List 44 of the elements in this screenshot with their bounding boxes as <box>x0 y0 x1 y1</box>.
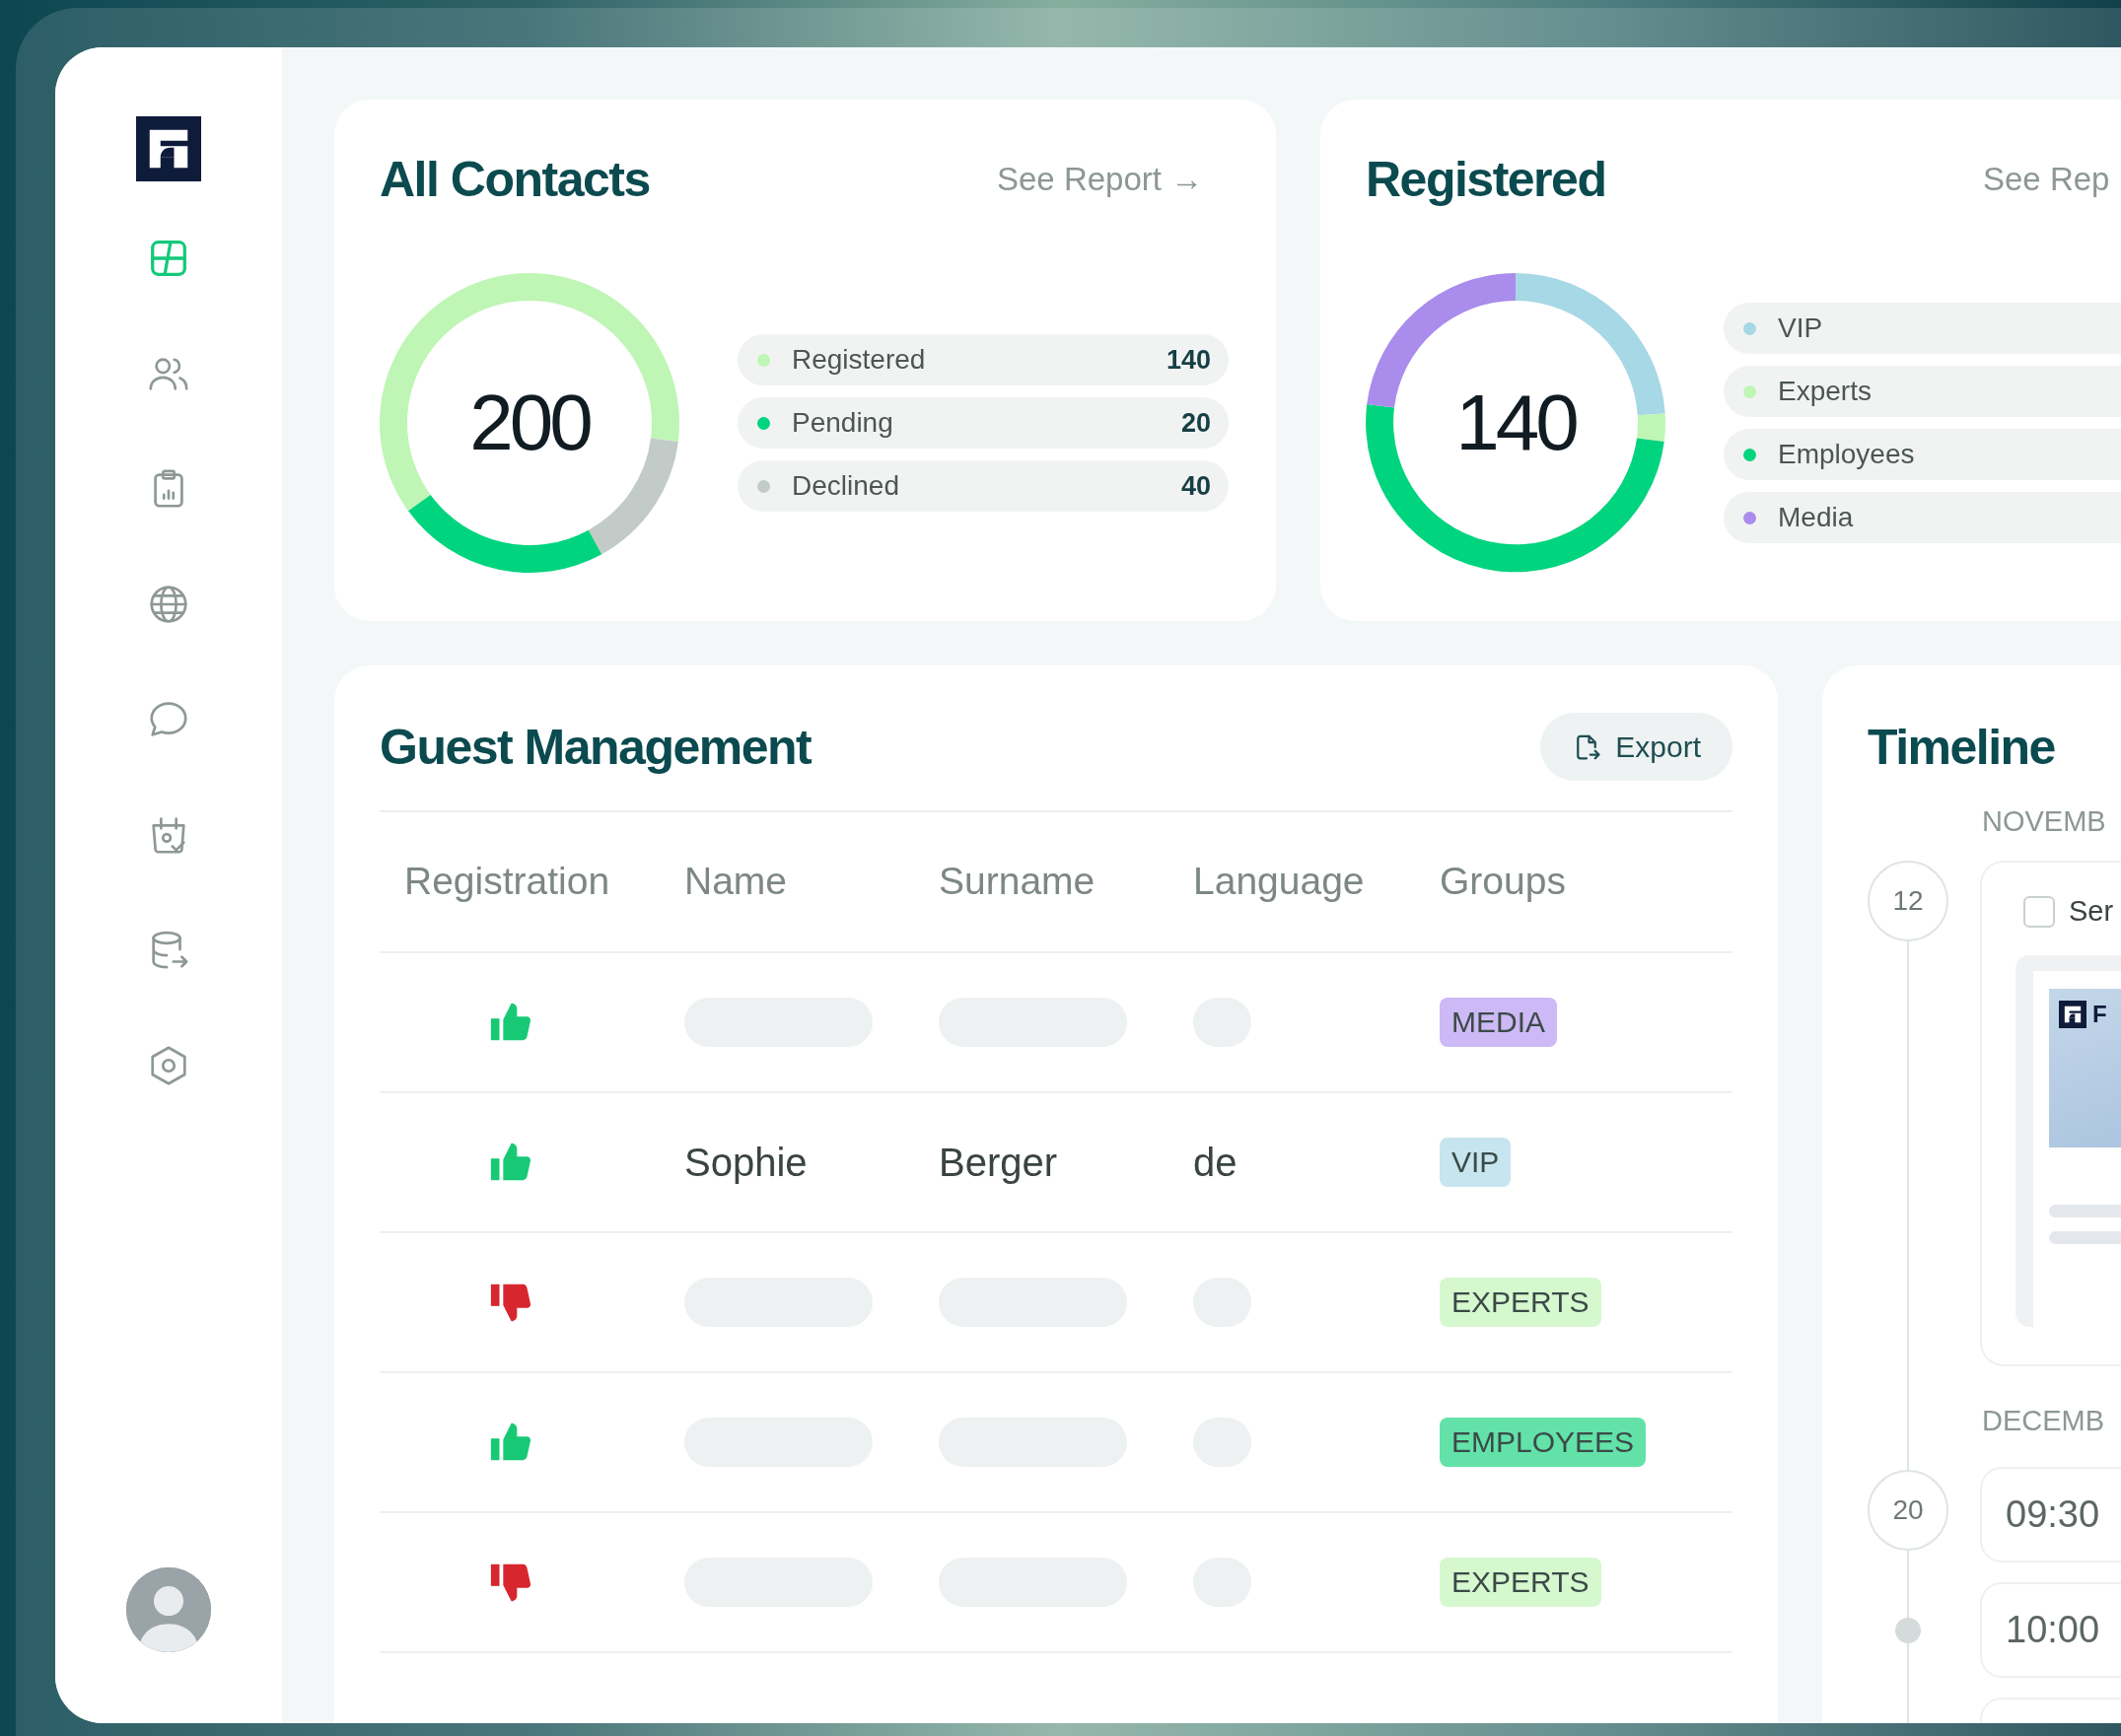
timeline-dot <box>1895 1617 1921 1643</box>
column-header: Groups <box>1440 859 1567 905</box>
legend-value: 20 <box>1180 406 1211 440</box>
legend-label: VIP <box>1778 312 1823 345</box>
group-tag: MEDIA <box>1440 998 1557 1047</box>
day-badge: 20 <box>1868 1470 1948 1551</box>
table-cell: de <box>1193 1141 1237 1184</box>
month-label: NOVEMB <box>1982 804 2107 839</box>
card-title: Guest Management <box>380 718 812 777</box>
table-cell: Sophie <box>684 1141 808 1184</box>
day-badge: 12 <box>1868 861 1948 941</box>
event-time: 10:00 <box>1980 1582 2121 1678</box>
column-header: Language <box>1193 859 1366 905</box>
legend-label: Declined <box>792 469 899 503</box>
card-title: Registered <box>1366 151 1607 209</box>
column-header: Name <box>684 859 789 905</box>
event-time: 09:30 <box>1980 1467 2121 1562</box>
legend-label: Registered <box>792 343 926 377</box>
total-count: 200 <box>469 383 590 462</box>
group-tag: EMPLOYEES <box>1440 1418 1647 1467</box>
legend-label: Pending <box>792 406 893 440</box>
column-header: Surname <box>939 859 1096 905</box>
see-report-link[interactable]: See Report → <box>997 155 1204 204</box>
group-tag: VIP <box>1440 1138 1512 1187</box>
legend-label: Employees <box>1778 438 1915 471</box>
legend-label: Media <box>1778 501 1854 534</box>
legend-value: 140 <box>1166 343 1211 377</box>
checkbox[interactable] <box>2023 895 2055 928</box>
legend-label: Experts <box>1778 375 1872 408</box>
logo-icon <box>2059 1000 2086 1028</box>
table-cell: Berger <box>939 1141 1058 1184</box>
card-title: Timeline <box>1868 718 2055 777</box>
month-label: DECEMB <box>1982 1404 2106 1438</box>
logo-icon <box>136 116 201 181</box>
card-title: All Contacts <box>380 151 651 209</box>
legend-value: 40 <box>1180 469 1211 503</box>
column-header: Registration <box>403 859 611 905</box>
total-count: 140 <box>1455 383 1576 462</box>
export-button[interactable]: Export <box>1540 713 1732 781</box>
preview-heading: F <box>2092 1000 2107 1028</box>
event-title: Ser <box>2069 894 2114 929</box>
see-report-link[interactable]: See Rep <box>1983 155 2110 204</box>
group-tag: EXPERTS <box>1440 1558 1601 1607</box>
group-tag: EXPERTS <box>1440 1278 1601 1327</box>
